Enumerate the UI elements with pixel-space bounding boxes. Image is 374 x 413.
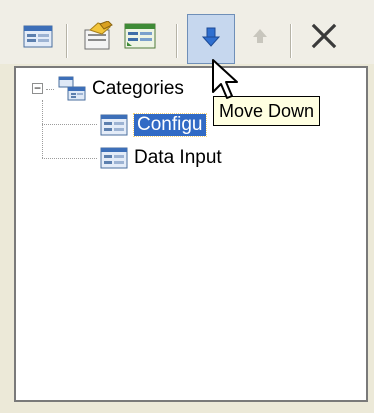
arrow-down-icon [201,26,221,53]
categories-icon [58,76,86,102]
tree-node-label: Categories [92,78,184,99]
close-icon [311,23,337,54]
arrow-up-icon [252,27,268,50]
form-icon [100,147,128,169]
move-up-button[interactable] [240,16,280,60]
tree-node-configuration[interactable]: Configu [100,112,207,138]
form-icon [23,23,53,54]
toolbar-separator [176,24,178,58]
form-icon [100,114,128,136]
add-category-button[interactable] [120,16,160,60]
toolbar-separator [290,24,292,58]
mouse-pointer-icon [211,58,241,107]
tree-node-categories[interactable]: Categories [58,76,184,102]
toolbar [0,0,374,64]
delete-button[interactable] [304,16,344,60]
tree-connector [42,124,97,125]
collapse-toggle[interactable]: − [32,82,43,94]
tree-connector [46,89,54,90]
tree-connector [42,158,97,159]
properties-button[interactable] [78,16,118,60]
move-down-button[interactable] [187,14,235,64]
toolbar-separator [66,24,68,58]
tree-connector [42,100,43,158]
new-form-button[interactable] [18,16,58,60]
tree-node-label: Data Input [134,147,222,168]
category-icon [124,22,156,55]
tree-node-label: Configu [133,113,207,137]
tree-node-data-input[interactable]: Data Input [100,145,222,171]
properties-icon [82,19,114,56]
